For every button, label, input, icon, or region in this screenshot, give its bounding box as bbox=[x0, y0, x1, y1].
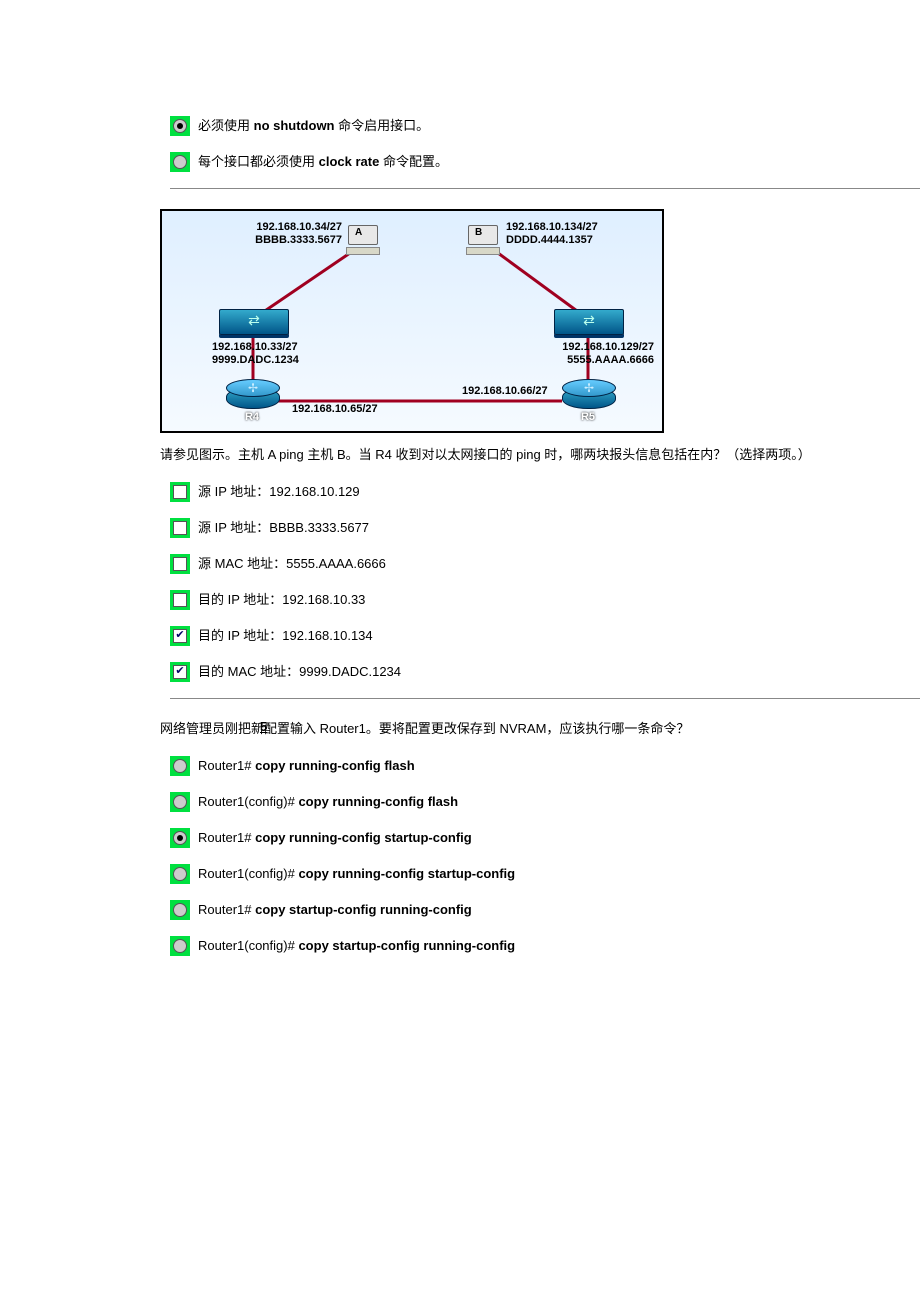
q5-option[interactable]: Router1(config)# copy startup-config run… bbox=[170, 936, 900, 956]
option-text: Router1# copy startup-config running-con… bbox=[198, 900, 472, 920]
q4-option[interactable]: 源 IP 地址：BBBB.3333.5677 bbox=[170, 518, 900, 538]
checkbox-icon: ✔ bbox=[170, 662, 190, 682]
radio-icon bbox=[170, 756, 190, 776]
q5-option[interactable]: Router1# copy running-config startup-con… bbox=[170, 828, 900, 848]
radio-icon bbox=[170, 936, 190, 956]
q4-option[interactable]: ✔ 目的 IP 地址：192.168.10.134 bbox=[170, 626, 900, 646]
option-text: Router1(config)# copy startup-config run… bbox=[198, 936, 515, 956]
q4-option[interactable]: 源 IP 地址：192.168.10.129 bbox=[170, 482, 900, 502]
q3-option[interactable]: 必须使用 no shutdown 命令启用接口。 bbox=[170, 116, 900, 136]
network-diagram: 192.168.10.34/27BBBB.3333.5677 A B 192.1… bbox=[160, 209, 664, 433]
option-text: 必须使用 no shutdown 命令启用接口。 bbox=[198, 116, 429, 136]
option-text: Router1# copy running-config startup-con… bbox=[198, 828, 472, 848]
q4-option[interactable]: 源 MAC 地址：5555.AAAA.6666 bbox=[170, 554, 900, 574]
checkbox-icon bbox=[170, 590, 190, 610]
option-text: 目的 MAC 地址：9999.DADC.1234 bbox=[198, 662, 401, 682]
option-text: 目的 IP 地址：192.168.10.33 bbox=[198, 590, 365, 610]
radio-icon bbox=[170, 116, 190, 136]
checkbox-icon: ✔ bbox=[170, 626, 190, 646]
option-text: Router1(config)# copy running-config fla… bbox=[198, 792, 458, 812]
divider bbox=[170, 188, 920, 189]
radio-icon bbox=[170, 792, 190, 812]
option-text: Router1(config)# copy running-config sta… bbox=[198, 864, 515, 884]
switch-left-icon bbox=[219, 309, 289, 335]
switch-right-icon bbox=[554, 309, 624, 335]
option-text: 目的 IP 地址：192.168.10.134 bbox=[198, 626, 373, 646]
option-text: 源 IP 地址：192.168.10.129 bbox=[198, 482, 360, 502]
radio-icon bbox=[170, 828, 190, 848]
q5-option[interactable]: Router1# copy running-config flash bbox=[170, 756, 900, 776]
radio-icon bbox=[170, 864, 190, 884]
q4-option[interactable]: ✔ 目的 MAC 地址：9999.DADC.1234 bbox=[170, 662, 900, 682]
q4-option[interactable]: 目的 IP 地址：192.168.10.33 bbox=[170, 590, 900, 610]
radio-icon bbox=[170, 152, 190, 172]
host-b-icon: B bbox=[466, 225, 500, 253]
divider bbox=[170, 698, 920, 699]
q5-option[interactable]: Router1(config)# copy running-config sta… bbox=[170, 864, 900, 884]
question-number: 5 bbox=[260, 719, 267, 734]
router-r4-icon: ✢R4 bbox=[226, 379, 278, 419]
checkbox-icon bbox=[170, 482, 190, 502]
host-a-icon: A bbox=[346, 225, 380, 253]
option-text: 源 IP 地址：BBBB.3333.5677 bbox=[198, 518, 369, 538]
option-text: 源 MAC 地址：5555.AAAA.6666 bbox=[198, 554, 386, 574]
q5-option[interactable]: Router1(config)# copy running-config fla… bbox=[170, 792, 900, 812]
router-r5-icon: ✢R5 bbox=[562, 379, 614, 419]
question-text: 请参见图示。主机 A ping 主机 B。当 R4 收到对以太网接口的 ping… bbox=[160, 445, 900, 466]
question-text: 网络管理员刚把新配置输入 Router1。要将配置更改保存到 NVRAM，应该执… bbox=[160, 719, 900, 740]
option-text: Router1# copy running-config flash bbox=[198, 756, 415, 776]
q5-option[interactable]: Router1# copy startup-config running-con… bbox=[170, 900, 900, 920]
option-text: 每个接口都必须使用 clock rate 命令配置。 bbox=[198, 152, 448, 172]
checkbox-icon bbox=[170, 518, 190, 538]
checkbox-icon bbox=[170, 554, 190, 574]
q3-option[interactable]: 每个接口都必须使用 clock rate 命令配置。 bbox=[170, 152, 900, 172]
radio-icon bbox=[170, 900, 190, 920]
